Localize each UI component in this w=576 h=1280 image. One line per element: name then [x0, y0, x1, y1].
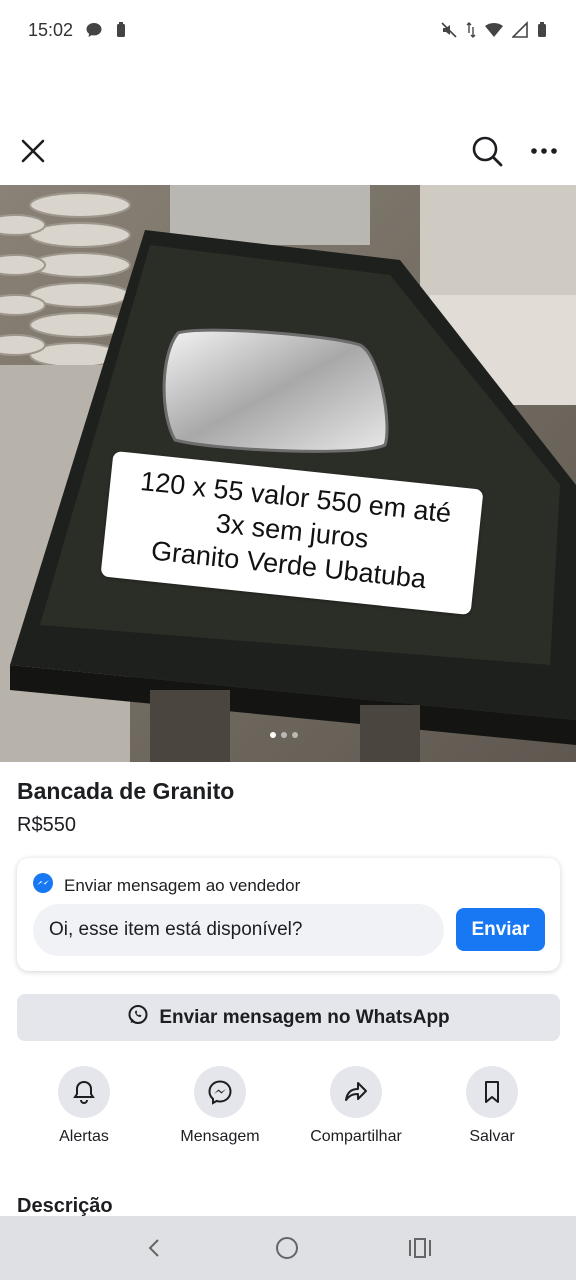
bookmark-icon[interactable] — [466, 1066, 518, 1118]
message-seller-header: Enviar mensagem ao vendedor — [32, 872, 300, 899]
message-action[interactable]: Mensagem — [160, 1066, 280, 1146]
save-action[interactable]: Salvar — [432, 1066, 552, 1146]
wifi-icon — [484, 21, 504, 39]
close-icon[interactable] — [18, 136, 48, 166]
top-bar — [0, 125, 576, 177]
alerts-label: Alertas — [59, 1128, 109, 1145]
mute-icon — [440, 21, 458, 39]
share-action[interactable]: Compartilhar — [296, 1066, 416, 1146]
share-label: Compartilhar — [310, 1128, 402, 1145]
battery-icon — [536, 21, 548, 39]
status-time: 15:02 — [28, 19, 74, 40]
battery-saver-icon — [115, 21, 127, 39]
messenger-icon — [32, 872, 54, 899]
more-icon[interactable] — [530, 137, 558, 165]
message-label: Mensagem — [180, 1128, 260, 1145]
carousel-dot[interactable] — [281, 732, 287, 738]
home-icon[interactable] — [274, 1235, 300, 1261]
carousel-dots — [270, 732, 298, 738]
status-bar: 15:02 — [0, 0, 576, 60]
whatsapp-label: Enviar mensagem no WhatsApp — [159, 1006, 450, 1028]
chat-bubble-icon — [85, 21, 103, 39]
action-row: Alertas Mensagem Compartilhar Salvar — [0, 1066, 576, 1156]
send-button[interactable]: Enviar — [456, 908, 545, 951]
carousel-dot-active[interactable] — [270, 732, 276, 738]
back-icon[interactable] — [143, 1236, 167, 1260]
message-seller-card: Enviar mensagem ao vendedor Oi, esse ite… — [17, 858, 560, 971]
alerts-action[interactable]: Alertas — [24, 1066, 144, 1146]
signal-icon — [512, 21, 528, 39]
save-label: Salvar — [469, 1128, 515, 1145]
bell-icon[interactable] — [58, 1066, 110, 1118]
system-nav-bar — [0, 1216, 576, 1280]
messenger-icon[interactable] — [194, 1066, 246, 1118]
listing-price: R$550 — [17, 814, 76, 836]
message-seller-heading: Enviar mensagem ao vendedor — [64, 875, 301, 895]
message-input[interactable]: Oi, esse item está disponível? — [33, 904, 444, 956]
search-icon[interactable] — [470, 134, 504, 168]
listing-title: Bancada de Granito — [17, 778, 235, 804]
carousel-dot[interactable] — [292, 732, 298, 738]
share-icon[interactable] — [330, 1066, 382, 1118]
data-arrows-icon — [466, 21, 476, 39]
whatsapp-button[interactable]: Enviar mensagem no WhatsApp — [17, 994, 560, 1041]
recents-icon[interactable] — [407, 1235, 433, 1261]
description-heading: Descrição — [17, 1195, 113, 1217]
whatsapp-icon — [127, 1004, 149, 1032]
